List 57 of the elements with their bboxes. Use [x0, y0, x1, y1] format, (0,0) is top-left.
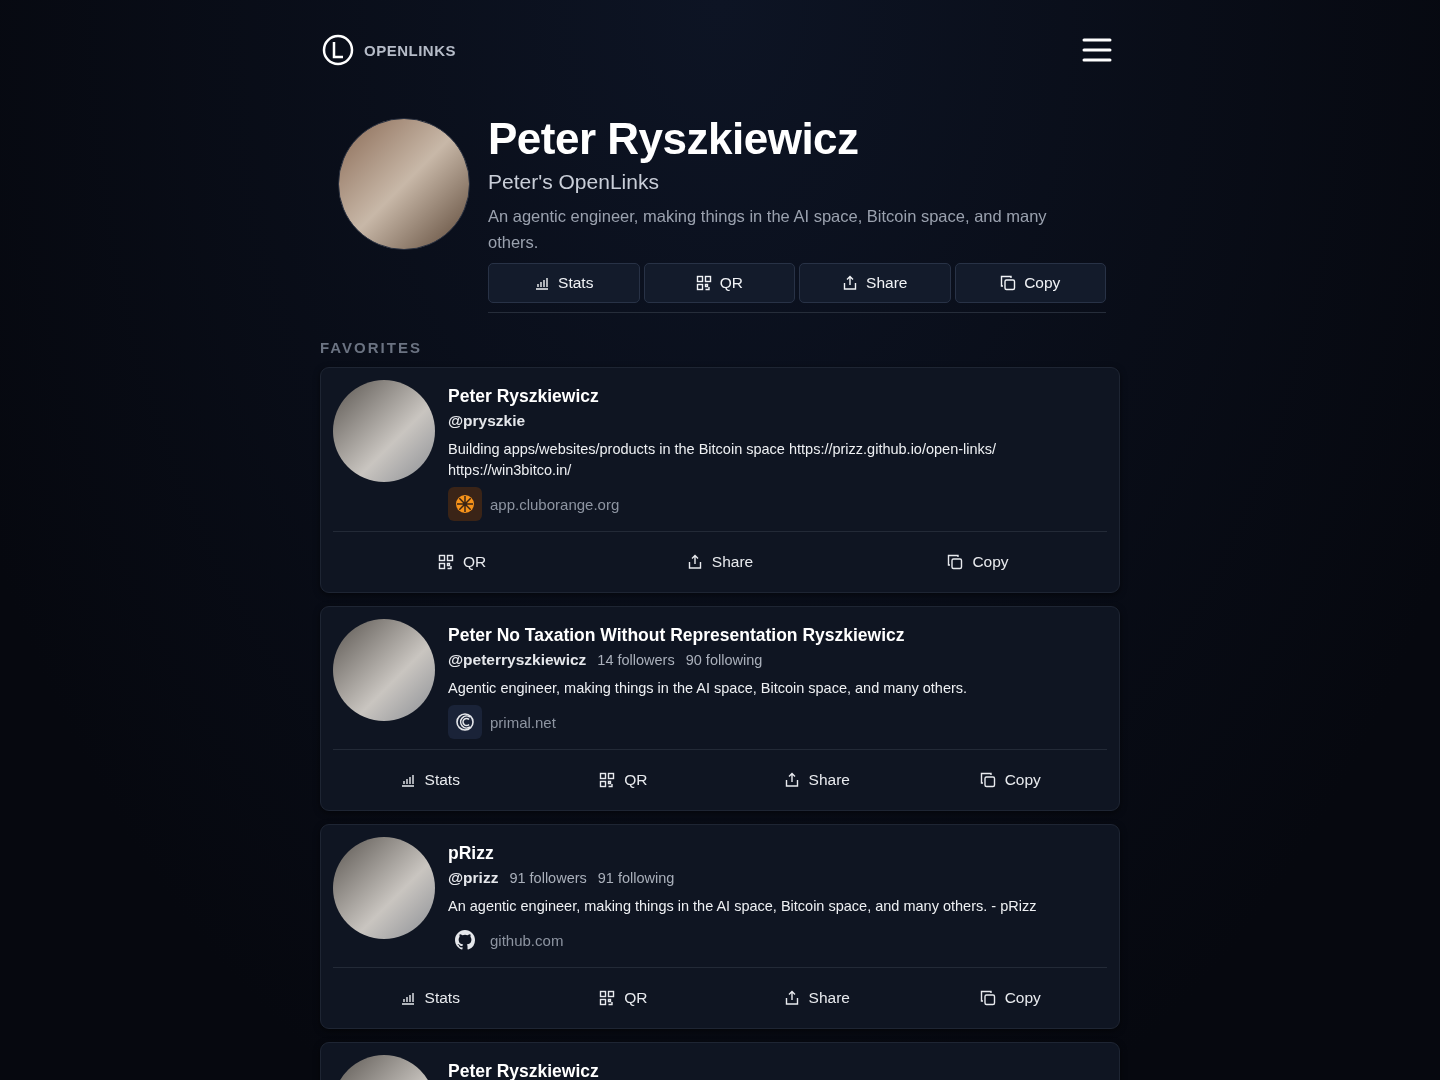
bar-chart-icon — [399, 772, 416, 789]
following-count: 91 following — [597, 870, 675, 887]
stats-button[interactable]: Stats — [488, 263, 640, 304]
profile-subtitle: Peter's OpenLinks — [488, 170, 660, 195]
site-link[interactable]: github.com — [490, 931, 564, 949]
copy-icon — [1000, 275, 1017, 292]
card-bio: Building apps/websites/products in the Bitcoin space https://prizz.github.io/open-links/ https://win3bitco.in/ — [448, 440, 998, 481]
card-bio: Agentic engineer, making things in the AI space, Bitcoin space, and many others. — [448, 679, 969, 699]
section-heading: FAVORITES — [320, 339, 423, 357]
following-count: 90 following — [685, 652, 763, 669]
copy-button[interactable]: Copy — [849, 532, 1107, 593]
card-name: Peter Ryszkiewicz — [448, 1061, 600, 1080]
share-button[interactable]: Share — [720, 968, 914, 1029]
followers-count: 14 followers — [597, 652, 675, 669]
github-octocat-icon — [455, 930, 475, 951]
qr-button[interactable]: QR — [643, 263, 795, 304]
share-icon — [842, 275, 859, 292]
brand-name: OPENLINKS — [364, 41, 456, 59]
stats-button[interactable]: Stats — [333, 968, 527, 1029]
stats-button[interactable]: Stats — [333, 750, 527, 811]
copy-button[interactable]: Copy — [954, 263, 1106, 304]
share-icon — [783, 772, 800, 789]
qr-code-icon — [437, 554, 454, 571]
site-link[interactable]: primal.net — [490, 713, 556, 731]
qr-code-icon — [599, 990, 616, 1007]
menu-button[interactable] — [1082, 37, 1112, 63]
bar-chart-icon — [534, 275, 551, 292]
qr-button[interactable]: QR — [526, 968, 720, 1029]
share-icon — [783, 990, 800, 1007]
followers-count: 91 followers — [509, 870, 587, 887]
profile-name: Peter Ryszkiewicz — [488, 116, 860, 163]
card-name: Peter Ryszkiewicz — [448, 386, 600, 407]
qr-button[interactable]: QR — [333, 532, 591, 593]
fruit-slice-icon — [455, 494, 475, 515]
copy-button[interactable]: Copy — [913, 750, 1107, 811]
copy-icon — [979, 990, 996, 1007]
card-name: Peter No Taxation Without Representation Ryszkiewicz — [448, 625, 906, 646]
bar-chart-icon — [399, 990, 416, 1007]
qr-code-icon — [599, 772, 616, 789]
copy-icon — [947, 554, 964, 571]
share-icon — [686, 554, 703, 571]
site-link[interactable]: app.cluborange.org — [490, 495, 620, 513]
qr-code-icon — [695, 275, 712, 292]
copy-button[interactable]: Copy — [913, 968, 1107, 1029]
card-handle: @pryszkie — [448, 412, 526, 431]
share-button[interactable]: Share — [799, 263, 951, 304]
card-handle: @prizz — [448, 869, 499, 888]
logo-icon — [322, 34, 354, 66]
qr-button[interactable]: QR — [526, 750, 720, 811]
menu-icon — [1082, 37, 1112, 63]
share-button[interactable]: Share — [591, 532, 849, 593]
share-button[interactable]: Share — [720, 750, 914, 811]
card-bio: An agentic engineer, making things in the AI space, Bitcoin space, and many others. - pRizz — [448, 897, 1038, 917]
card-handle: @peterryszkiewicz — [448, 651, 587, 670]
card-name: pRizz — [448, 843, 495, 864]
profile-bio: An agentic engineer, making things in the AI space, Bitcoin space, and many others. — [488, 206, 1048, 254]
copy-icon — [979, 772, 996, 789]
